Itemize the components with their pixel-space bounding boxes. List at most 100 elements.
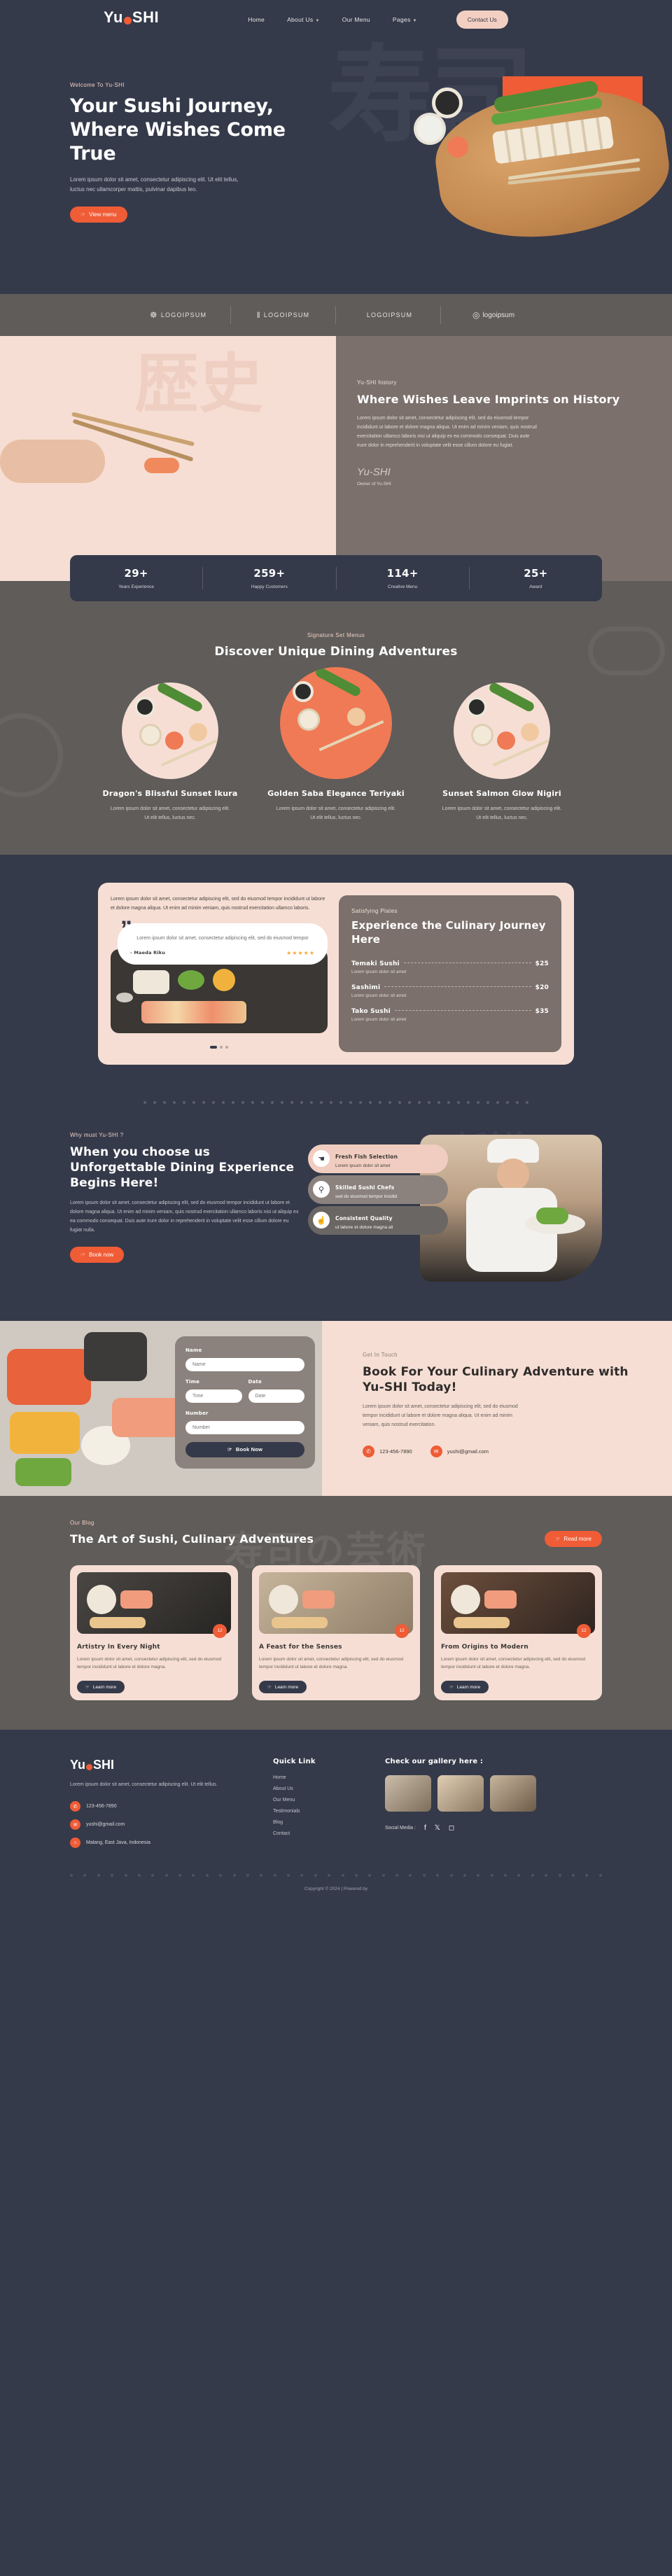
history-section: 歴史 Yu-SHI history Where Wishes Leave Imp… — [0, 336, 672, 581]
book-now-submit-button[interactable]: ☞ Book Now — [186, 1441, 304, 1457]
read-more-button[interactable]: ☞ Read more — [545, 1530, 602, 1547]
menu-card[interactable]: Golden Saba Elegance Teriyaki Lorem ipsu… — [261, 667, 412, 822]
dotted-leader — [384, 986, 531, 988]
footer-phone[interactable]: ✆ 123-456-7890 — [70, 1801, 245, 1812]
social-label: Social Media : — [385, 1826, 416, 1831]
feature-sub: sed do eiusmod tempor incidid — [335, 1194, 398, 1199]
nav-item-pages[interactable]: Pages ▼ — [393, 16, 417, 23]
view-menu-button[interactable]: ☞ View menu — [70, 206, 127, 223]
nav-label: Pages — [392, 15, 411, 23]
number-input[interactable] — [186, 1420, 304, 1434]
why-title: When you choose us Unforgettable Dining … — [70, 1144, 295, 1191]
gallery-thumb[interactable] — [385, 1775, 431, 1812]
learn-more-button[interactable]: ☞ Learn more — [77, 1681, 125, 1694]
quick-link-heading: Quick Link — [273, 1758, 316, 1766]
nav-item-home[interactable]: Home — [248, 16, 265, 23]
testimonial-quote: Lorem ipsum dolor sit amet, consectetur … — [136, 936, 309, 941]
brand-mark-icon: ‖ — [256, 310, 261, 320]
logo-text-post: SHI — [132, 8, 160, 26]
footer-link-menu[interactable]: Our Menu — [273, 1798, 357, 1802]
sushi-dot-icon — [86, 1764, 93, 1771]
menu-card[interactable]: Sunset Salmon Glow Nigiri Lorem ipsum do… — [427, 682, 578, 822]
button-label: View menu — [89, 211, 117, 218]
blog-date-badge: 12 — [395, 1623, 409, 1638]
thumbs-up-icon: ☝ — [313, 1212, 330, 1229]
date-input[interactable] — [248, 1389, 304, 1403]
booking-section: Name Time Date Number ☞Book Now — [0, 1320, 672, 1496]
why-eyebrow: Why must Yu-SHI ? — [70, 1131, 124, 1138]
contact-us-button[interactable]: Contact Us — [456, 10, 508, 29]
nav-item-menu[interactable]: Our Menu — [342, 16, 370, 23]
stats-section: 29+ Years Experience 259+ Happy Customers … — [0, 555, 672, 622]
site-logo[interactable]: Yu SHI — [104, 8, 159, 27]
dish-title: Sunset Salmon Glow Nigiri — [442, 789, 561, 798]
history-kanji-watermark: 歴史 — [134, 349, 264, 420]
footer-link-about[interactable]: About Us — [273, 1786, 357, 1791]
cursor-icon: ☞ — [85, 1685, 90, 1690]
name-label: Name — [186, 1347, 202, 1353]
footer-link-home[interactable]: Home — [273, 1775, 357, 1780]
menu-card[interactable]: Dragon's Blissful Sunset Ikura Lorem ips… — [95, 682, 246, 822]
footer-about: Lorem ipsum dolor sit amet, consectetur … — [70, 1782, 218, 1788]
mail-icon: ✉ — [70, 1819, 80, 1830]
plates-eyebrow: Satisfying Plates — [351, 908, 398, 915]
cursor-icon: ☞ — [555, 1535, 561, 1542]
booking-title: Book For Your Culinary Adventure with Yu… — [363, 1364, 629, 1395]
footer-email[interactable]: ✉ yushi@gmail.com — [70, 1819, 245, 1830]
booking-body: Lorem ipsum dolor sit amet, consectetur … — [363, 1404, 518, 1428]
blog-card[interactable]: 12 Artistry In Every Night Lorem ipsum d… — [70, 1564, 238, 1701]
stat-label: Creative Menu — [387, 584, 418, 589]
feature-sub: ut labore et dolore magna ali — [335, 1224, 393, 1230]
blog-section: 寿司の芸術 Our Blog The Art of Sushi, Culinar… — [0, 1495, 672, 1730]
price-item-name: Sashimi — [351, 984, 381, 992]
site-footer: Yu SHI Lorem ipsum dolor sit amet, consec… — [0, 1730, 672, 1903]
footer-link-contact[interactable]: Contact — [273, 1831, 357, 1836]
testimonial-bubble: Lorem ipsum dolor sit amet, consectetur … — [118, 923, 328, 965]
price-row: Tako Sushi $35 Lorem ipsum dolor sit amet — [351, 1008, 549, 1022]
blog-post-title: Artistry In Every Night — [77, 1643, 160, 1651]
time-input[interactable] — [186, 1389, 242, 1403]
blog-card[interactable]: 12 A Feast for the Senses Lorem ipsum do… — [252, 1564, 420, 1701]
stat-item: 114+ Creative Menu — [337, 567, 470, 589]
twitter-x-icon[interactable]: 𝕏 — [435, 1824, 440, 1832]
contact-email[interactable]: ✉ yushi@gmail.com — [430, 1445, 489, 1457]
location-pin-icon: ⌂ — [70, 1837, 80, 1849]
price-row: Temaki Sushi $25 Lorem ipsum dolor sit am… — [351, 960, 549, 974]
facebook-icon[interactable]: f — [424, 1824, 426, 1832]
dish-desc: Lorem ipsum dolor sit amet, consectetur … — [110, 806, 230, 820]
hero-title: Your Sushi Journey, Where Wishes Come Tr… — [70, 95, 286, 165]
history-title: Where Wishes Leave Imprints on History — [357, 393, 620, 406]
name-input[interactable] — [186, 1357, 304, 1371]
instagram-icon[interactable]: ◻ — [449, 1824, 454, 1832]
footer-link-testimonials[interactable]: Testimonials — [273, 1809, 357, 1814]
footer-link-blog[interactable]: Blog — [273, 1820, 357, 1825]
price-item-price: $25 — [535, 960, 549, 968]
stat-item: 25+ Award — [470, 567, 602, 589]
history-eyebrow: Yu-SHI history — [357, 379, 397, 386]
brand-label: LOGOIPSUM — [160, 312, 207, 318]
gallery-thumb[interactable] — [438, 1775, 484, 1812]
blog-eyebrow: Our Blog — [70, 1519, 94, 1526]
book-now-button[interactable]: ☞ Book now — [70, 1246, 125, 1263]
booking-eyebrow: Get In Touch — [363, 1351, 398, 1358]
price-item-name: Temaki Sushi — [351, 960, 400, 968]
blog-date-badge: 12 — [577, 1623, 591, 1638]
dish-title: Golden Saba Elegance Teriyaki — [267, 789, 405, 798]
nav-label: About Us — [287, 15, 314, 23]
address-text: Malang, East Java, Indonesia — [86, 1840, 150, 1846]
feature-pill-chefs: ⚲ Skilled Sushi Chefs sed do eiusmod temp… — [308, 1175, 448, 1204]
hero-section: 寿司 Welcome To Yu-SHI Your Sushi Journey,… — [0, 38, 672, 294]
stat-number: 25+ — [524, 567, 548, 580]
footer-logo[interactable]: Yu SHI — [70, 1758, 245, 1772]
learn-more-button[interactable]: ☞ Learn more — [441, 1681, 489, 1694]
feature-title: Skilled Sushi Chefs — [335, 1184, 395, 1191]
price-item-price: $35 — [535, 1008, 549, 1016]
learn-more-button[interactable]: ☞ Learn more — [259, 1681, 307, 1694]
history-image: 歴史 — [0, 336, 336, 581]
gallery-thumb[interactable] — [490, 1775, 536, 1812]
nav-item-about[interactable]: About Us ▼ — [287, 16, 320, 23]
contact-phone[interactable]: ✆ 123-456-7890 — [363, 1445, 412, 1457]
top-navbar: Yu SHI Home About Us ▼ Our Menu Pages ▼ Con… — [0, 0, 672, 38]
blog-card[interactable]: 12 From Origins to Modern Lorem ipsum do… — [434, 1564, 602, 1701]
carousel-dots[interactable] — [111, 1040, 328, 1052]
